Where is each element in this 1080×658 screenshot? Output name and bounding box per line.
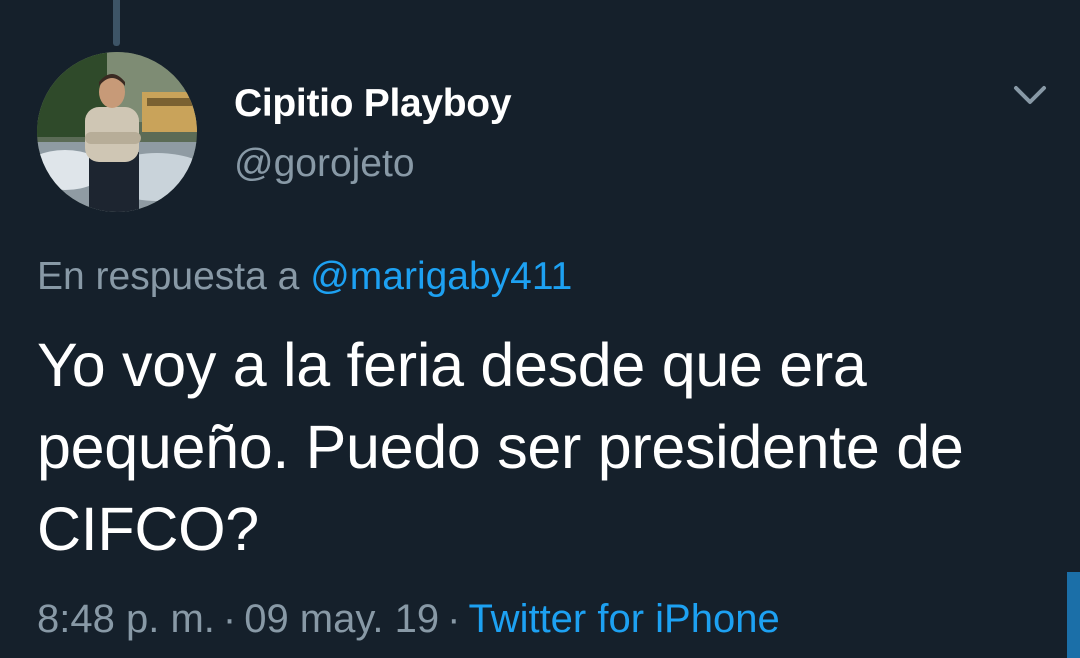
display-name[interactable]: Cipitio Playboy	[234, 80, 512, 128]
meta-separator: ·	[222, 597, 237, 641]
meta-separator: ·	[447, 597, 461, 641]
tweet-source-link[interactable]: Twitter for iPhone	[468, 597, 779, 641]
user-handle[interactable]: @gorojeto	[234, 140, 415, 188]
reply-context: En respuesta a @marigaby411	[37, 252, 572, 302]
tweet-date[interactable]: 09 may. 19	[244, 597, 439, 641]
reply-prefix: En respuesta a	[37, 255, 300, 298]
tweet-meta: 8:48 p. m. · 09 may. 19 · Twitter for iPhone	[37, 593, 780, 645]
tweet-time[interactable]: 8:48 p. m.	[37, 597, 215, 641]
chevron-down-icon[interactable]	[1010, 80, 1050, 110]
scroll-indicator	[1067, 572, 1080, 658]
reply-mention-link[interactable]: @marigaby411	[310, 255, 572, 298]
avatar[interactable]	[37, 52, 197, 212]
thread-connector-line	[113, 0, 120, 46]
tweet-text: Yo voy a la feria desde que era pequeño.…	[37, 331, 964, 563]
avatar-photo	[37, 52, 197, 212]
